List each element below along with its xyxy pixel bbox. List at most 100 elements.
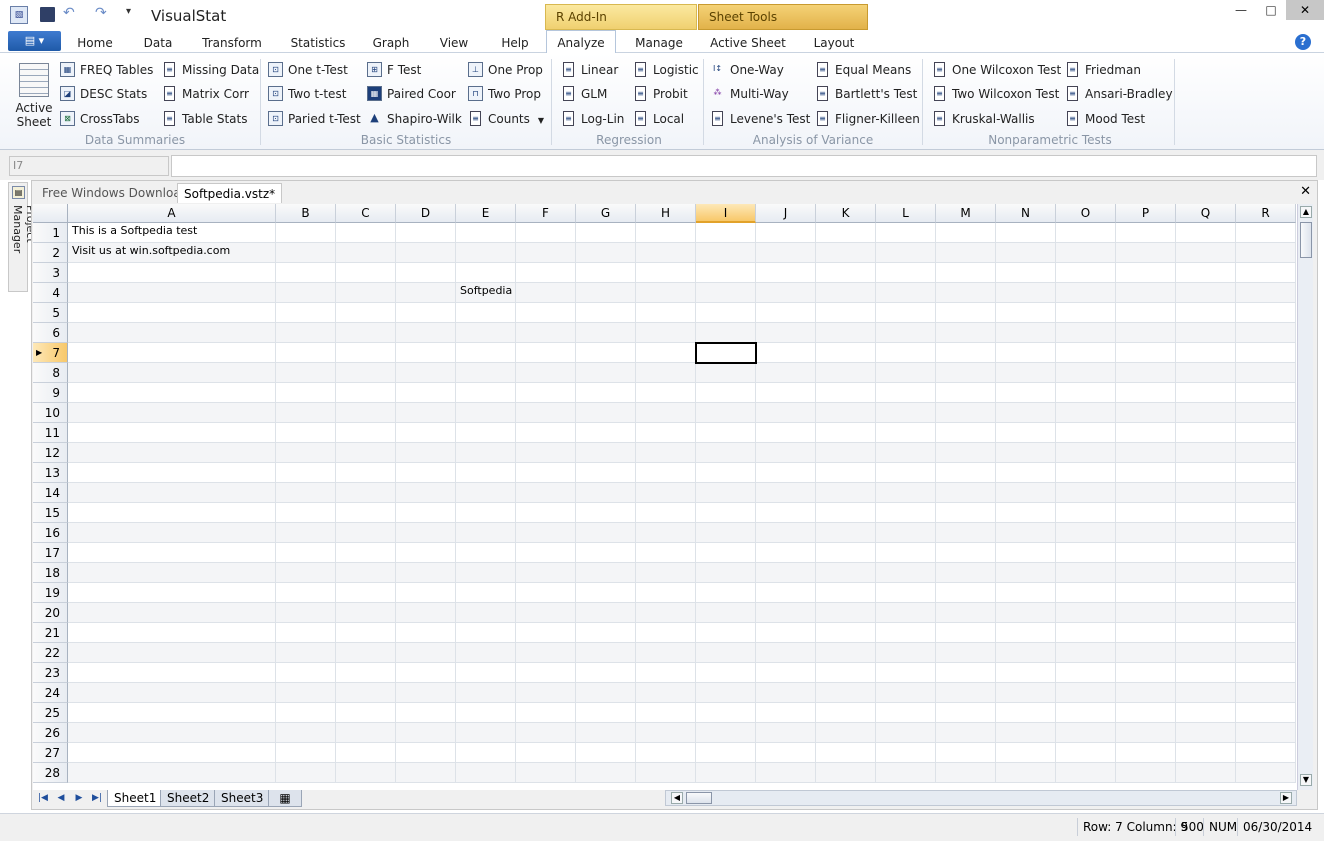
row-header[interactable]: 27 (33, 743, 68, 763)
probit-button[interactable]: ≡ Probit (633, 85, 688, 103)
redo-icon[interactable]: ↷ (95, 5, 107, 21)
one-wilcoxon-test-button[interactable]: ≡ One Wilcoxon Test (932, 61, 1061, 79)
table-stats-button[interactable]: ≡ Table Stats (162, 110, 247, 128)
tab-analyze[interactable]: Analyze (546, 30, 616, 54)
column-header[interactable]: F (516, 204, 576, 223)
row-header[interactable]: 24 (33, 683, 68, 703)
equal-means-button[interactable]: ≡ Equal Means (815, 61, 911, 79)
logistic-button[interactable]: ≡ Logistic (633, 61, 699, 79)
column-header[interactable]: Q (1176, 204, 1236, 223)
first-sheet-icon[interactable]: |◀ (37, 792, 49, 805)
column-header[interactable]: E (456, 204, 516, 223)
vertical-scrollbar[interactable]: ▲ ▼ (1297, 204, 1313, 790)
horizontal-scrollbar[interactable]: ◀ ▶ (665, 790, 1297, 806)
row-header[interactable]: 3 (33, 263, 68, 283)
tab-transform[interactable]: Transform (194, 33, 270, 53)
fligner-killeen-button[interactable]: ≡ Fligner-Killeen (815, 110, 920, 128)
column-header[interactable]: P (1116, 204, 1176, 223)
row-header[interactable]: 10 (33, 403, 68, 423)
row-header[interactable]: 15 (33, 503, 68, 523)
scroll-thumb-horizontal[interactable] (686, 792, 712, 804)
row-header[interactable]: 5 (33, 303, 68, 323)
row-header[interactable]: 23 (33, 663, 68, 683)
row-header[interactable]: 17 (33, 543, 68, 563)
scroll-thumb-vertical[interactable] (1300, 222, 1312, 258)
formula-input[interactable] (171, 155, 1317, 177)
save-icon[interactable] (40, 7, 55, 22)
two-prop-button[interactable]: ⊓ Two Prop (468, 85, 541, 103)
add-sheet-icon[interactable]: ▦ (268, 790, 302, 807)
tab-active-sheet[interactable]: Active Sheet (706, 33, 790, 53)
desc-stats-button[interactable]: ◪ DESC Stats (60, 85, 147, 103)
ansari-bradley-button[interactable]: ≡ Ansari-Bradley (1065, 85, 1173, 103)
quick-access-dropdown-icon[interactable]: ▾ (126, 6, 131, 17)
context-tab-sheet-tools[interactable]: Sheet Tools (698, 4, 868, 30)
row-header[interactable]: 13 (33, 463, 68, 483)
help-icon[interactable]: ? (1295, 34, 1311, 50)
linear-button[interactable]: ≡ Linear (561, 61, 618, 79)
one-way-button[interactable]: Ι↕ One-Way (710, 61, 784, 79)
missing-data-button[interactable]: ≡ Missing Data (162, 61, 259, 79)
column-header[interactable]: C (336, 204, 396, 223)
column-header[interactable]: L (876, 204, 936, 223)
row-header[interactable]: 12 (33, 443, 68, 463)
row-header[interactable]: 28 (33, 763, 68, 783)
paired-t-test-button[interactable]: ⊡ Paried t-Test (268, 110, 361, 128)
active-sheet-button[interactable]: Active Sheet (10, 59, 58, 131)
sheet-tab-2[interactable]: Sheet2 (160, 790, 217, 807)
context-tab-r-addin[interactable]: R Add-In (545, 4, 697, 30)
scroll-down-arrow[interactable]: ▼ (1300, 774, 1312, 786)
column-header[interactable]: M (936, 204, 996, 223)
counts-button[interactable]: ≡ Counts ▼ (468, 110, 544, 128)
column-header[interactable]: A (68, 204, 276, 223)
row-header[interactable]: 2 (33, 243, 68, 263)
column-header[interactable]: G (576, 204, 636, 223)
row-header[interactable]: 9 (33, 383, 68, 403)
sheet-tab-3[interactable]: Sheet3 (214, 790, 271, 807)
two-wilcoxon-test-button[interactable]: ≡ Two Wilcoxon Test (932, 85, 1059, 103)
one-prop-button[interactable]: ⊥ One Prop (468, 61, 543, 79)
prev-sheet-icon[interactable]: ◀ (55, 792, 67, 805)
friedman-button[interactable]: ≡ Friedman (1065, 61, 1141, 79)
scroll-left-arrow[interactable]: ◀ (671, 792, 683, 804)
multi-way-button[interactable]: ⁂ Multi-Way (710, 85, 789, 103)
row-header[interactable]: 14 (33, 483, 68, 503)
undo-icon[interactable]: ↶ (63, 5, 75, 21)
one-t-test-button[interactable]: ⊡ One t-Test (268, 61, 348, 79)
tab-statistics[interactable]: Statistics (282, 33, 354, 53)
name-box[interactable]: I7 (9, 156, 169, 176)
column-header[interactable]: K (816, 204, 876, 223)
crosstabs-button[interactable]: ⊠ CrossTabs (60, 110, 139, 128)
shapiro-wilk-button[interactable]: ▲ Shapiro-Wilk (367, 110, 462, 128)
f-test-button[interactable]: ⊞ F Test (367, 61, 421, 79)
tab-manage[interactable]: Manage (626, 33, 692, 53)
tab-data[interactable]: Data (134, 33, 182, 53)
doc-tab-free-windows-downloads[interactable]: Free Windows Downloads (36, 183, 201, 203)
scroll-up-arrow[interactable]: ▲ (1300, 206, 1312, 218)
row-header[interactable]: 1 (33, 223, 68, 243)
column-header[interactable]: H (636, 204, 696, 223)
spreadsheet-grid[interactable]: ABCDEFGHIJKLMNOPQR 1 2 3 4 5 6 7 8 9 10 11 12 13 14 15… (33, 204, 1297, 790)
cell-a1[interactable]: This is a Softpedia test (70, 223, 197, 243)
row-header[interactable]: 19 (33, 583, 68, 603)
last-sheet-icon[interactable]: ▶| (91, 792, 103, 805)
next-sheet-icon[interactable]: ▶ (73, 792, 85, 805)
row-header[interactable]: 6 (33, 323, 68, 343)
close-button[interactable]: ✕ (1286, 0, 1324, 20)
tab-view[interactable]: View (430, 33, 478, 53)
row-header[interactable]: 22 (33, 643, 68, 663)
column-header[interactable]: R (1236, 204, 1296, 223)
log-lin-button[interactable]: ≡ Log-Lin (561, 110, 624, 128)
kruskal-wallis-button[interactable]: ≡ Kruskal-Wallis (932, 110, 1035, 128)
column-header[interactable]: N (996, 204, 1056, 223)
scroll-right-arrow[interactable]: ▶ (1280, 792, 1292, 804)
app-icon[interactable]: ▧ (10, 6, 28, 24)
minimize-button[interactable]: — (1226, 0, 1256, 20)
two-t-test-button[interactable]: ⊡ Two t-test (268, 85, 346, 103)
tab-help[interactable]: Help (492, 33, 538, 53)
row-header[interactable]: 4 (33, 283, 68, 303)
column-header[interactable]: D (396, 204, 456, 223)
close-document-icon[interactable]: ✕ (1300, 184, 1311, 199)
row-header[interactable]: 20 (33, 603, 68, 623)
local-button[interactable]: ≡ Local (633, 110, 684, 128)
